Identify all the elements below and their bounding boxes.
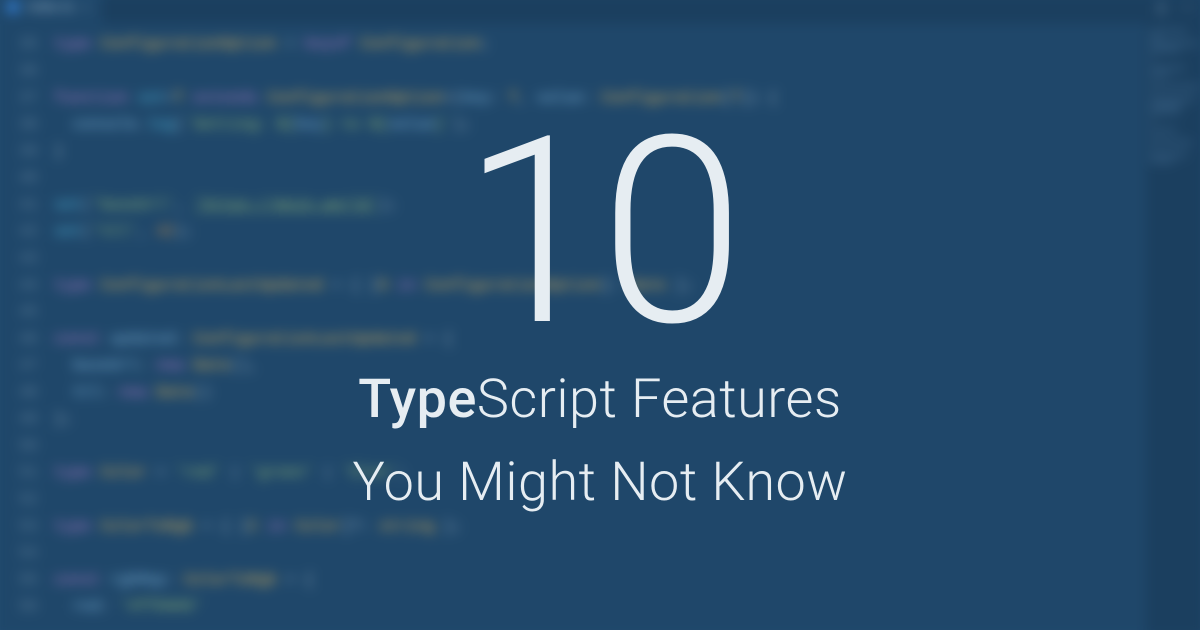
headline-emph: Type xyxy=(358,368,477,431)
headline-line-2: You Might Not Know xyxy=(352,451,847,514)
headline-number: 10 xyxy=(462,116,738,350)
headline: 10 TypeScript Features You Might Not Kno… xyxy=(0,0,1200,630)
headline-line-1: TypeScript Features xyxy=(358,368,842,431)
